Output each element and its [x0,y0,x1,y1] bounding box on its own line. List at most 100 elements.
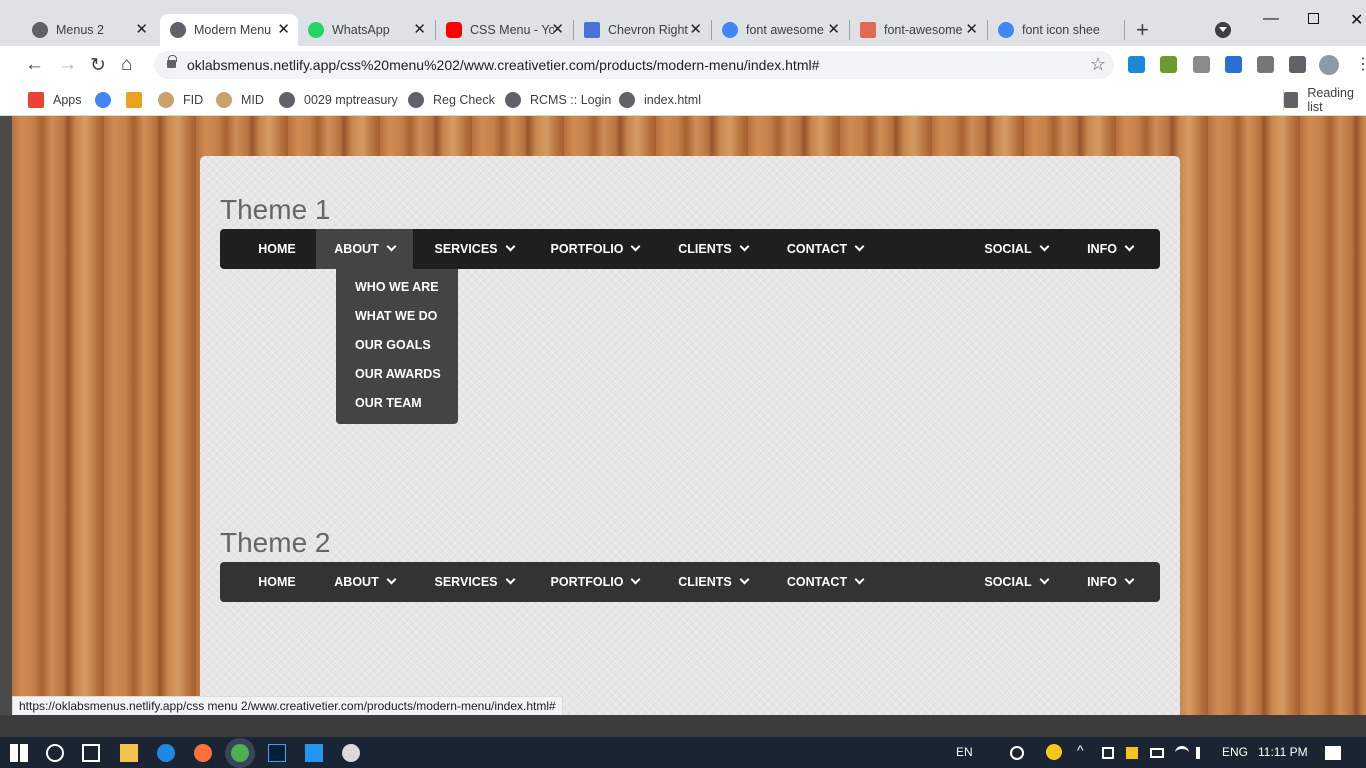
menu-clients[interactable]: CLIENTS [662,562,764,602]
close-tab-icon[interactable]: ✕ [413,20,426,38]
menu-portfolio[interactable]: PORTFOLIO [534,562,656,602]
menu-services[interactable]: SERVICES [418,562,530,602]
volume-icon[interactable] [1196,747,1208,759]
chevron-down-icon [631,574,641,585]
close-tab-icon[interactable]: ✕ [551,20,564,38]
bookmark-star-icon[interactable]: ☆ [1090,50,1106,78]
google-icon [95,92,111,108]
bookmark-index[interactable]: index.html [619,89,701,111]
bookmark-google[interactable] [95,89,120,111]
menu-social[interactable]: SOCIAL [966,562,1066,602]
close-tab-icon[interactable]: ✕ [965,20,978,38]
address-bar[interactable]: oklabsmenus.netlify.app/css%20menu%202/w… [154,51,1114,79]
menu-contact[interactable]: CONTACT [770,562,880,602]
search-icon[interactable] [46,744,64,762]
dropdown-item-our-awards[interactable]: OUR AWARDS [336,367,458,396]
lock-icon[interactable] [167,55,177,68]
tab-title: Modern Menu [194,23,272,37]
tray-icon[interactable] [1102,747,1114,759]
people-icon[interactable] [1010,746,1024,760]
new-tab-button[interactable]: + [1136,17,1149,43]
bookmark-rcms[interactable]: RCMS :: Login [505,89,611,111]
extension-icon[interactable] [1160,56,1177,73]
reload-icon[interactable]: ↻ [90,54,106,77]
menu-services[interactable]: SERVICES [418,229,530,269]
dropdown-item-our-team[interactable]: OUR TEAM [336,396,458,425]
chevron-down-icon [386,241,397,252]
maximize-icon[interactable] [1308,13,1319,24]
dropdown-item-our-goals[interactable]: OUR GOALS [336,338,458,367]
window-close-icon[interactable]: ✕ [1350,10,1363,30]
tab-menus-2[interactable]: Menus 2 ✕ [22,14,156,46]
bookmark-apps[interactable]: Apps [28,89,82,111]
home-icon[interactable]: ⌂ [121,54,132,76]
puzzle-icon[interactable] [1289,56,1306,73]
task-view-icon[interactable] [82,744,100,762]
menu-home[interactable]: HOME [240,562,314,602]
wifi-icon[interactable] [1175,746,1189,760]
menu-about[interactable]: ABOUT [316,229,413,269]
tab-css-menu[interactable]: CSS Menu - Yo ✕ [436,14,572,46]
extension-icon[interactable] [1225,56,1242,73]
tab-font-awesome-2[interactable]: font-awesome ✕ [850,14,986,46]
weather-moon-icon[interactable] [1046,744,1062,760]
tab-modern-menu[interactable]: Modern Menu ✕ [160,14,298,46]
chrome-icon[interactable] [231,744,249,762]
bookmark-reg-check[interactable]: Reg Check [408,89,495,111]
menu-about[interactable]: ABOUT [316,562,413,602]
menu-portfolio[interactable]: PORTFOLIO [534,229,656,269]
language-indicator[interactable]: EN [956,745,973,759]
tab-font-awesome[interactable]: font awesome ✕ [712,14,848,46]
app-icon[interactable] [342,744,360,762]
notifications-icon[interactable] [1325,746,1341,760]
menu-contact[interactable]: CONTACT [770,229,880,269]
tab-font-icon-sheet[interactable]: font icon shee [988,14,1124,46]
vscode-icon[interactable] [305,744,323,762]
bookmark-mid[interactable]: MID [216,89,264,111]
reading-list[interactable]: Reading list [1283,86,1366,114]
input-language[interactable]: ENG [1222,745,1248,759]
menu-clients[interactable]: CLIENTS [662,229,764,269]
camera-icon[interactable] [1257,56,1274,73]
close-tab-icon[interactable]: ✕ [135,20,148,38]
tab-chevron-right[interactable]: Chevron Right ✕ [574,14,710,46]
menu-social[interactable]: SOCIAL [966,229,1066,269]
tab-whatsapp[interactable]: WhatsApp ✕ [298,14,434,46]
forward-arrow-icon[interactable]: → [58,54,77,76]
photoshop-icon[interactable] [268,744,286,762]
dropdown-item-who-we-are[interactable]: WHO WE ARE [336,280,458,309]
minimize-icon[interactable]: — [1263,10,1279,28]
battery-icon[interactable] [1150,748,1164,758]
bookmark-online[interactable] [126,89,151,111]
tray-icon[interactable] [1126,747,1138,759]
toolbar: ← → ↻ ⌂ oklabsmenus.netlify.app/css%20me… [0,46,1366,84]
chevron-up-icon[interactable]: ^ [1077,742,1084,758]
close-tab-icon[interactable]: ✕ [827,20,840,38]
tab-search-icon[interactable] [1215,22,1231,38]
windows-taskbar: EN ^ ENG 11:11 PM [0,737,1366,768]
globe-icon [619,92,635,108]
windows-start-icon[interactable] [10,744,28,762]
menu-kebab-icon[interactable]: ⋮ [1355,54,1366,74]
bookmark-mptreasury[interactable]: 0029 mptreasury [279,89,398,111]
menu-home[interactable]: HOME [240,229,314,269]
back-arrow-icon[interactable]: ← [25,54,44,76]
tab-title: Chevron Right [608,23,688,37]
avatar[interactable] [1319,55,1339,75]
online-icon [126,92,142,108]
eyedropper-icon[interactable] [1193,56,1210,73]
close-tab-icon[interactable]: ✕ [277,20,290,38]
google-icon [722,22,738,38]
bookmark-fid[interactable]: FID [158,89,203,111]
file-explorer-icon[interactable] [120,744,138,762]
close-tab-icon[interactable]: ✕ [689,20,702,38]
internet-explorer-icon[interactable] [157,744,175,762]
menu-info[interactable]: INFO [1068,562,1152,602]
menu-info[interactable]: INFO [1068,229,1152,269]
theme1-menubar: HOME ABOUT SERVICES PORTFOLIO CLIENTS CO… [220,229,1160,424]
clock[interactable]: 11:11 PM [1258,745,1308,759]
left-app-strip [0,116,12,715]
extension-icon[interactable] [1128,56,1145,73]
dropdown-item-what-we-do[interactable]: WHAT WE DO [336,309,458,338]
firefox-icon[interactable] [194,744,212,762]
